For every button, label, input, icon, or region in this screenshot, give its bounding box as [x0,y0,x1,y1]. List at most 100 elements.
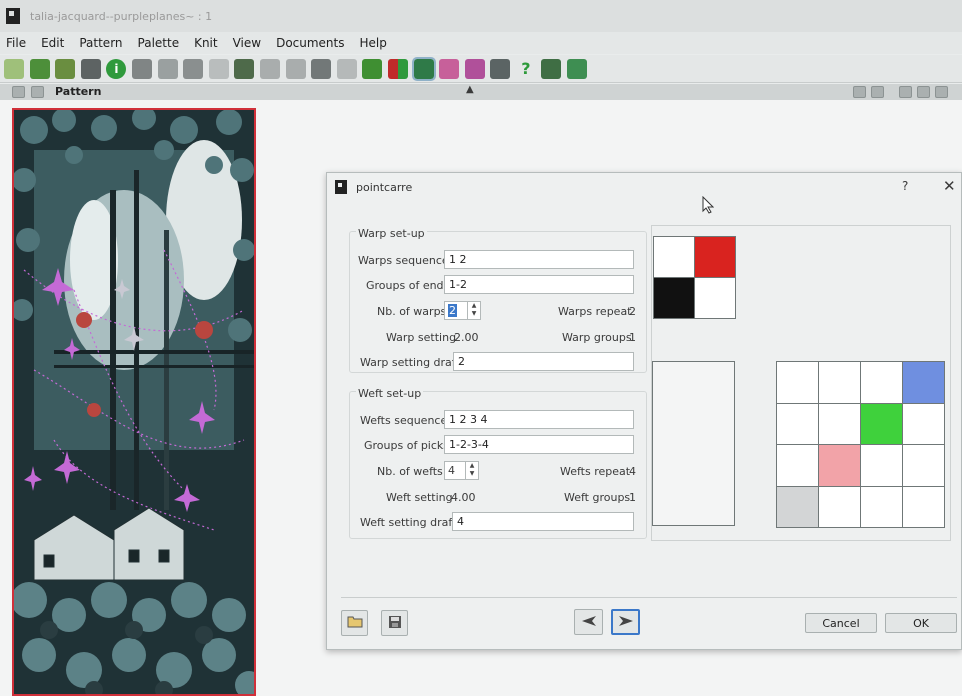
weft-setting-value: 4.00 [451,491,476,504]
weft-draft-cell[interactable] [776,402,819,445]
stepper-arrows-icon[interactable]: ▲ ▼ [465,462,478,479]
weft-setting-draft-input[interactable]: 4 [452,512,634,531]
warp-setting-value: 2.00 [454,331,479,344]
cancel-button[interactable]: Cancel [805,613,877,633]
loom-icon[interactable] [567,58,588,79]
weft-draft-cell[interactable] [902,361,945,404]
groups-of-picks-input[interactable]: 1-2-3-4 [444,435,634,454]
next-button[interactable] [611,609,640,635]
menu-palette[interactable]: Palette [138,36,180,50]
grid-color-icon[interactable] [387,58,408,79]
warp-setup-legend: Warp set-up [356,227,427,240]
app-logo-icon [6,8,20,24]
print-preview-icon[interactable] [157,58,178,79]
warp-setting-draft-input[interactable]: 2 [453,352,634,371]
new-file-icon[interactable] [4,58,24,79]
weft-draft-cell[interactable] [818,485,861,528]
dialog-close-icon[interactable]: ✕ [943,177,956,195]
stepper-arrows-icon[interactable]: ▲ ▼ [467,302,480,319]
copy-icon[interactable] [208,58,229,79]
open-button[interactable] [341,610,368,636]
panel-close-button[interactable] [935,86,948,98]
weft-draft-cell[interactable] [902,402,945,445]
palette-doc2-icon[interactable] [464,58,485,79]
weft-draft-cell[interactable] [818,361,861,404]
dialog-title: pointcarre [356,181,413,194]
setup-dialog: pointcarre ? ✕ Warp set-up Warps sequenc… [326,172,962,650]
weft-draft-cell[interactable] [860,485,903,528]
print-icon[interactable] [131,58,152,79]
weft-groups-label: Weft groups [564,491,631,504]
panel-cascade-button[interactable] [917,86,930,98]
dialog-help-icon[interactable]: ? [902,179,908,193]
nb-of-warps-value: 2 [448,304,457,317]
jacquard-artwork[interactable] [12,108,256,696]
warp-draft-cell[interactable] [694,236,736,278]
undo-icon[interactable] [259,58,280,79]
save-icon[interactable] [80,58,101,79]
book-icon[interactable] [541,58,562,79]
palette-doc-icon[interactable] [439,58,460,79]
reload-icon[interactable] [55,58,76,79]
weft-draft-cell[interactable] [860,361,903,404]
pattern-panel-header: Pattern ▲ [0,84,962,100]
menu-knit[interactable]: Knit [194,36,218,50]
puzzle-icon[interactable] [362,58,383,79]
weft-draft-cell[interactable] [902,444,945,487]
save-button[interactable] [381,610,408,636]
warp-draft-cell[interactable] [653,277,695,319]
folder-icon [347,615,363,631]
menu-pattern[interactable]: Pattern [79,36,122,50]
paste-icon[interactable] [234,58,255,79]
menu-view[interactable]: View [233,36,261,50]
menu-file[interactable]: File [6,36,26,50]
weft-draft-cell[interactable] [860,444,903,487]
wefts-repeat-value: 4 [629,465,636,478]
nb-of-warps-stepper[interactable]: 2 ▲ ▼ [444,301,481,320]
dialog-logo-icon [335,180,347,194]
weft-draft-cell[interactable] [818,444,861,487]
image-icon[interactable] [336,58,357,79]
weave-icon[interactable] [411,56,436,81]
menu-edit[interactable]: Edit [41,36,64,50]
nb-of-wefts-label: Nb. of wefts [377,465,443,478]
panel-maximize-button[interactable] [871,86,884,98]
nb-of-wefts-stepper[interactable]: 4 ▲ ▼ [444,461,479,480]
warps-sequence-input[interactable]: 1 2 [444,250,634,269]
weft-draft-cell[interactable] [818,402,861,445]
panel-title: Pattern [55,85,102,98]
redo-icon[interactable] [285,58,306,79]
weft-draft-cell[interactable] [902,485,945,528]
ok-button[interactable]: OK [885,613,957,633]
weft-groups-value: 1 [629,491,636,504]
info-icon[interactable]: i [106,58,127,79]
menu-documents[interactable]: Documents [276,36,344,50]
menu-help[interactable]: Help [360,36,387,50]
collapse-caret-icon[interactable]: ▲ [466,84,474,95]
warp-draft-cell[interactable] [694,277,736,319]
panel-dock-button[interactable] [12,86,25,98]
open-folder-icon[interactable] [29,58,50,79]
panel-float-button[interactable] [31,86,44,98]
weft-setting-label: Weft setting [386,491,453,504]
panel-tile-button[interactable] [899,86,912,98]
weft-draft-cell[interactable] [776,485,819,528]
window-title: talia-jacquard--purpleplanes~ : 1 [30,9,213,23]
weft-draft-cell[interactable] [860,402,903,445]
panel-minimize-button[interactable] [853,86,866,98]
weft-draft-cell[interactable] [776,361,819,404]
groups-of-ends-input[interactable]: 1-2 [444,275,634,294]
help-icon[interactable]: ? [516,59,536,79]
nb-of-warps-label: Nb. of warps [377,305,447,318]
camera-icon[interactable] [490,58,511,79]
window-titlebar: talia-jacquard--purpleplanes~ : 1 [0,0,962,32]
arrow-right-icon [618,615,634,630]
previous-button[interactable] [574,609,603,635]
dialog-separator [341,597,957,598]
wefts-sequence-input[interactable]: 1 2 3 4 [444,410,634,429]
warp-draft-cell[interactable] [653,236,695,278]
transform-icon[interactable] [311,58,332,79]
weft-draft-cell[interactable] [776,444,819,487]
warps-repeat-label: Warps repeat [558,305,632,318]
cut-icon[interactable] [183,58,204,79]
